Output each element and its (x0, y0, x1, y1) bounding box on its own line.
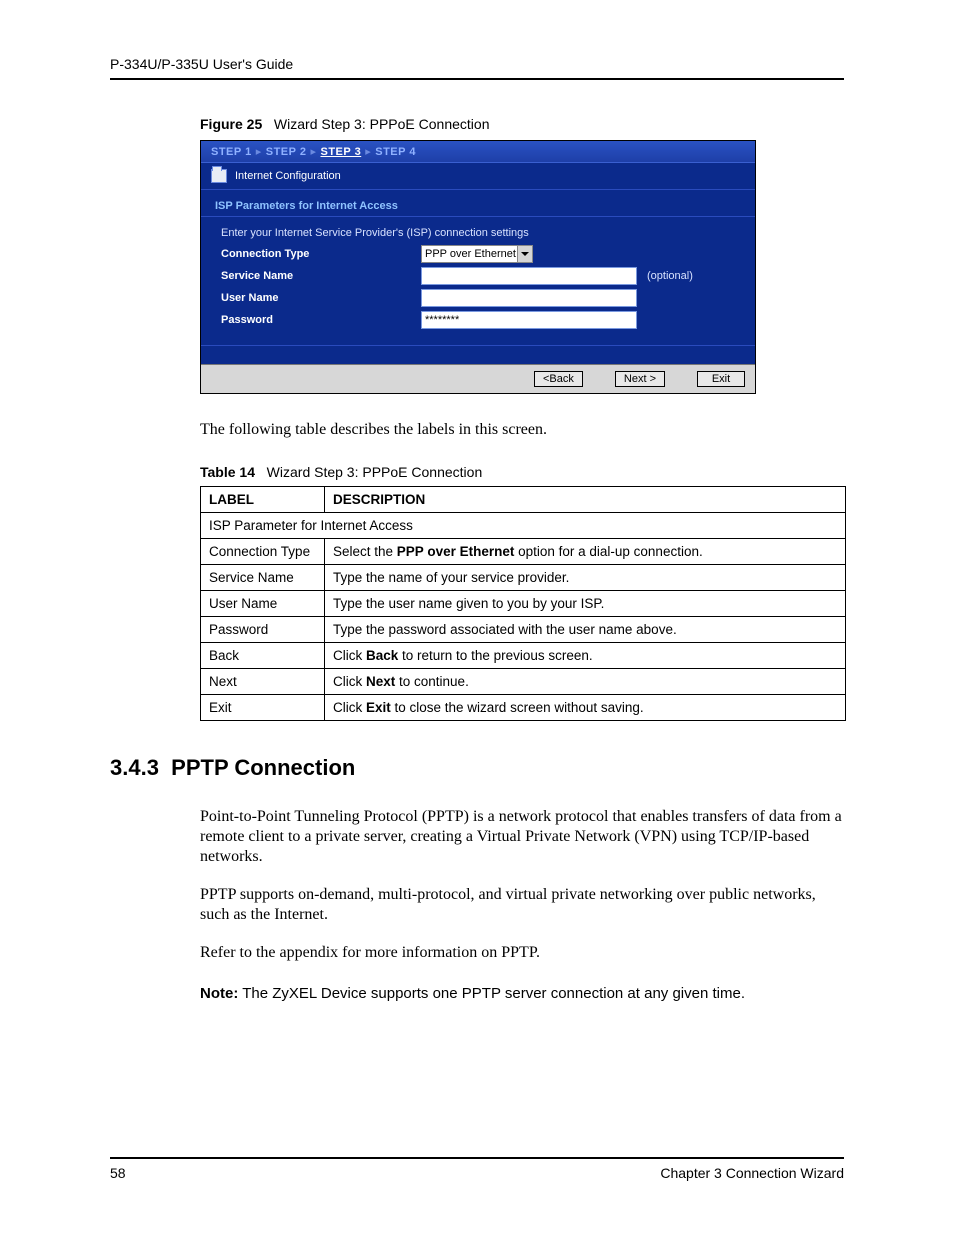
desc-pre: Click (333, 700, 366, 715)
cell-desc: Click Exit to close the wizard screen wi… (325, 695, 846, 721)
step-arrow-icon: ▸ (306, 146, 320, 158)
connection-type-select[interactable]: PPP over Ethernet (421, 245, 533, 263)
table-row: Exit Click Exit to close the wizard scre… (201, 695, 846, 721)
folder-icon (211, 169, 227, 183)
section-heading: 3.4.3 PPTP Connection (110, 755, 844, 781)
desc-bold: Exit (366, 700, 391, 715)
note-line: Note: The ZyXEL Device supports one PPTP… (200, 985, 844, 1002)
service-name-optional: (optional) (647, 270, 693, 282)
desc-bold: Next (366, 674, 395, 689)
desc-bold: Back (366, 648, 398, 663)
step-2[interactable]: STEP 2 (266, 146, 307, 158)
wizard-instruction: Enter your Internet Service Provider's (… (215, 223, 741, 243)
cell-label: User Name (201, 591, 325, 617)
wizard-body: Enter your Internet Service Provider's (… (201, 217, 755, 364)
chapter-label: Chapter 3 Connection Wizard (660, 1165, 844, 1181)
table-caption: Table 14 Wizard Step 3: PPPoE Connection (200, 464, 844, 480)
desc-post: option for a dial-up connection. (514, 544, 702, 559)
table-row: User Name Type the user name given to yo… (201, 591, 846, 617)
chevron-down-icon[interactable] (517, 246, 532, 262)
table-row: Back Click Back to return to the previou… (201, 643, 846, 669)
cell-label: Exit (201, 695, 325, 721)
table-row: Next Click Next to continue. (201, 669, 846, 695)
section-title: PPTP Connection (171, 755, 355, 780)
cell-desc: Type the name of your service provider. (325, 565, 846, 591)
page-footer: 58 Chapter 3 Connection Wizard (110, 1157, 844, 1181)
step-arrow-icon: ▸ (252, 146, 266, 158)
wizard-section-heading: ISP Parameters for Internet Access (201, 190, 755, 217)
figure-caption: Figure 25 Wizard Step 3: PPPoE Connectio… (200, 116, 844, 132)
cell-label: Connection Type (201, 539, 325, 565)
password-input[interactable]: ******** (421, 311, 637, 329)
cell-desc: Type the user name given to you by your … (325, 591, 846, 617)
service-name-input[interactable] (421, 267, 637, 285)
desc-pre: Type the name of your service provider. (333, 570, 569, 585)
figure-text: Wizard Step 3: PPPoE Connection (274, 116, 490, 132)
connection-type-value: PPP over Ethernet (425, 248, 516, 260)
exit-button[interactable]: Exit (697, 371, 745, 387)
cell-label: Back (201, 643, 325, 669)
cell-desc: Select the PPP over Ethernet option for … (325, 539, 846, 565)
figure-label: Figure 25 (200, 116, 262, 132)
section-number: 3.4.3 (110, 755, 159, 780)
row-service-name: Service Name (optional) (215, 265, 741, 287)
wizard-title-text: Internet Configuration (235, 170, 341, 182)
table-row: Connection Type Select the PPP over Ethe… (201, 539, 846, 565)
cell-label: Next (201, 669, 325, 695)
step-4[interactable]: STEP 4 (375, 146, 416, 158)
intro-paragraph: The following table describes the labels… (200, 420, 844, 440)
table-row: Password Type the password associated wi… (201, 617, 846, 643)
page-header: P-334U/P-335U User's Guide (110, 56, 844, 80)
col-header-label: LABEL (201, 487, 325, 513)
step-1[interactable]: STEP 1 (211, 146, 252, 158)
step-3[interactable]: STEP 3 (321, 146, 362, 158)
row-user-name: User Name (215, 287, 741, 309)
section-p2: PPTP supports on-demand, multi-protocol,… (200, 885, 844, 925)
col-header-description: DESCRIPTION (325, 487, 846, 513)
desc-bold: PPP over Ethernet (397, 544, 515, 559)
label-password: Password (221, 314, 421, 326)
desc-post: to continue. (395, 674, 469, 689)
desc-pre: Click (333, 648, 366, 663)
cell-desc: Click Back to return to the previous scr… (325, 643, 846, 669)
section-p3: Refer to the appendix for more informati… (200, 943, 844, 963)
table-row: Service Name Type the name of your servi… (201, 565, 846, 591)
cell-label: Password (201, 617, 325, 643)
section-p1: Point-to-Point Tunneling Protocol (PPTP)… (200, 807, 844, 867)
wizard-title-bar: Internet Configuration (201, 163, 755, 190)
desc-post: to close the wizard screen without savin… (391, 700, 644, 715)
cell-label: Service Name (201, 565, 325, 591)
desc-pre: Type the password associated with the us… (333, 622, 677, 637)
table-caption-text: Wizard Step 3: PPPoE Connection (267, 464, 483, 480)
wizard-divider (201, 345, 755, 346)
step-arrow-icon: ▸ (361, 146, 375, 158)
desc-post: to return to the previous screen. (398, 648, 592, 663)
wizard-footer: <Back Next > Exit (201, 364, 755, 393)
wizard-screenshot: STEP 1▸STEP 2▸STEP 3▸STEP 4 Internet Con… (200, 140, 756, 394)
table-span-row: ISP Parameter for Internet Access (201, 513, 846, 539)
label-service-name: Service Name (221, 270, 421, 282)
cell-desc: Type the password associated with the us… (325, 617, 846, 643)
next-button[interactable]: Next > (615, 371, 665, 387)
label-connection-type: Connection Type (221, 248, 421, 260)
note-label: Note: (200, 985, 238, 1002)
description-table: LABEL DESCRIPTION ISP Parameter for Inte… (200, 486, 846, 721)
desc-pre: Select the (333, 544, 397, 559)
page-number: 58 (110, 1165, 126, 1181)
note-text: The ZyXEL Device supports one PPTP serve… (242, 985, 745, 1002)
cell-desc: Click Next to continue. (325, 669, 846, 695)
wizard-step-bar: STEP 1▸STEP 2▸STEP 3▸STEP 4 (201, 141, 755, 163)
row-password: Password ******** (215, 309, 741, 331)
desc-pre: Click (333, 674, 366, 689)
table-label: Table 14 (200, 464, 255, 480)
back-button[interactable]: <Back (534, 371, 583, 387)
desc-pre: Type the user name given to you by your … (333, 596, 604, 611)
user-name-input[interactable] (421, 289, 637, 307)
row-connection-type: Connection Type PPP over Ethernet (215, 243, 741, 265)
label-user-name: User Name (221, 292, 421, 304)
